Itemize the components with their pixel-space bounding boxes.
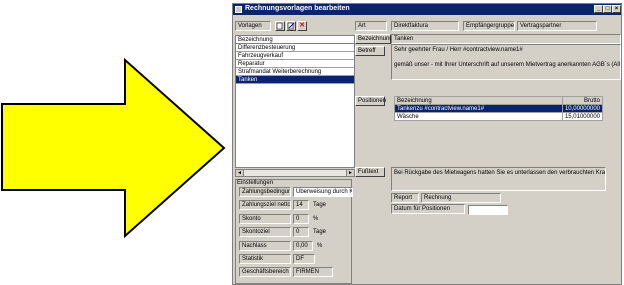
statistik-field[interactable]: DF (293, 254, 315, 264)
title-bar: Rechnungsvorlagen bearbeiten _ □ × (233, 4, 621, 15)
list-item[interactable]: Fahrzeugverkauf (236, 52, 354, 60)
nachlass-unit: % (317, 243, 323, 249)
rechnungsvorlagen-window: Rechnungsvorlagen bearbeiten _ □ × Vorla… (232, 3, 622, 285)
list-header: Bezeichnung (236, 36, 354, 44)
fusstext-textarea[interactable]: Bei Rückgabe des Mietwagens hatten Sie e… (391, 167, 606, 191)
window-title: Rechnungsvorlagen bearbeiten (245, 5, 350, 12)
einstellungen-label: Einstellungen (237, 180, 274, 186)
geschaeftsbereich-field[interactable]: FIRMEN (293, 267, 333, 277)
delete-icon[interactable]: ✕ (297, 21, 307, 31)
scroll-left-icon[interactable]: ◄ (236, 170, 244, 176)
skontoziel-label: Skontoziel (239, 227, 291, 237)
list-item[interactable]: Tanken (236, 76, 354, 84)
list-item[interactable]: Strafmandat Weiterberechnung (236, 68, 354, 76)
datum-label: Datum für Positionen (391, 204, 465, 214)
nachlass-label: Nachlass (239, 241, 291, 251)
fusstext-label: Fußtext (355, 167, 385, 177)
skonto-label: Skonto (239, 214, 291, 224)
column-header[interactable]: Brutto (561, 96, 604, 105)
table-cell: Tankenzu #contractview.name1# (394, 104, 563, 113)
positionen-label: Positionen (355, 96, 386, 106)
minimize-button[interactable]: _ (594, 5, 603, 13)
zahlungsziel-unit: Tage (313, 202, 327, 208)
table-cell: Wäsche (394, 112, 563, 121)
art-label: Art (355, 21, 387, 31)
table-cell: 10,00000000 (561, 104, 604, 113)
maximize-button[interactable]: □ (603, 5, 612, 13)
list-item[interactable]: Reparatur (236, 60, 354, 68)
table-row[interactable]: Wäsche 15,01000000 (394, 112, 604, 121)
zahlungsbedingung-label: Zahlungsbedingung (239, 187, 291, 197)
art-field[interactable]: Direktfaktura (391, 21, 459, 31)
bezeichnung-label: Bezeichnung (355, 34, 393, 44)
skonto-unit: % (313, 216, 319, 222)
betreff-line-2: gemäß unser - mit Ihrer Unterschrift auf… (394, 62, 621, 68)
vorlagen-list: Bezeichnung Differenzbesteuerung Fahrzeug… (235, 35, 355, 168)
report-field[interactable]: Rechnung (421, 193, 501, 203)
bezeichnung-field[interactable]: Tanken (391, 34, 621, 44)
new-icon[interactable] (275, 21, 285, 31)
zahlungsziel-label: Zahlungsziel netto (239, 200, 291, 210)
positionen-table: Bezeichnung Brutto Tankenzu #contractview… (394, 96, 604, 121)
fusstext-line: Bei Rückgabe des Mietwagens hatten Sie e… (394, 170, 606, 176)
edit-icon[interactable] (286, 21, 296, 31)
nachlass-field[interactable]: 0,00 (293, 241, 313, 251)
zahlungsziel-field[interactable]: 14 (293, 200, 309, 210)
skontoziel-unit: Tage (313, 229, 327, 235)
list-item[interactable]: Differenzbesteuerung (236, 44, 354, 52)
scroll-right-icon[interactable]: ► (346, 170, 354, 176)
datum-field[interactable] (468, 205, 508, 215)
table-cell: 15,01000000 (561, 112, 604, 121)
table-row[interactable]: Tankenzu #contractview.name1# 10,00000000 (394, 104, 604, 113)
zahlungsbedingung-field[interactable]: Überweisung durch Kunden (293, 187, 353, 197)
skonto-field[interactable]: 0 (293, 214, 309, 224)
empfaengergruppe-label: Empfängergruppe (463, 21, 515, 31)
empfaengergruppe-field[interactable]: Vertragspartner (517, 21, 597, 31)
betreff-textarea[interactable]: Sehr geehrter Frau / Herr #contractview.… (391, 44, 621, 80)
horizontal-scrollbar[interactable]: ◄ ► (235, 169, 355, 177)
app-icon (235, 6, 242, 13)
skontoziel-field[interactable]: 0 (293, 227, 309, 237)
yellow-arrow (1, 57, 226, 239)
close-button[interactable]: × (612, 5, 621, 13)
report-label: Report (391, 193, 419, 203)
column-header[interactable]: Bezeichnung (394, 96, 563, 105)
vorlagen-label: Vorlagen (235, 21, 271, 31)
statistik-label: Statistik (239, 254, 291, 264)
geschaeftsbereich-label: Geschäftsbereich (239, 267, 291, 277)
betreff-label: Betreff (355, 46, 385, 56)
betreff-line-1: Sehr geehrter Frau / Herr #contractview.… (394, 47, 523, 53)
